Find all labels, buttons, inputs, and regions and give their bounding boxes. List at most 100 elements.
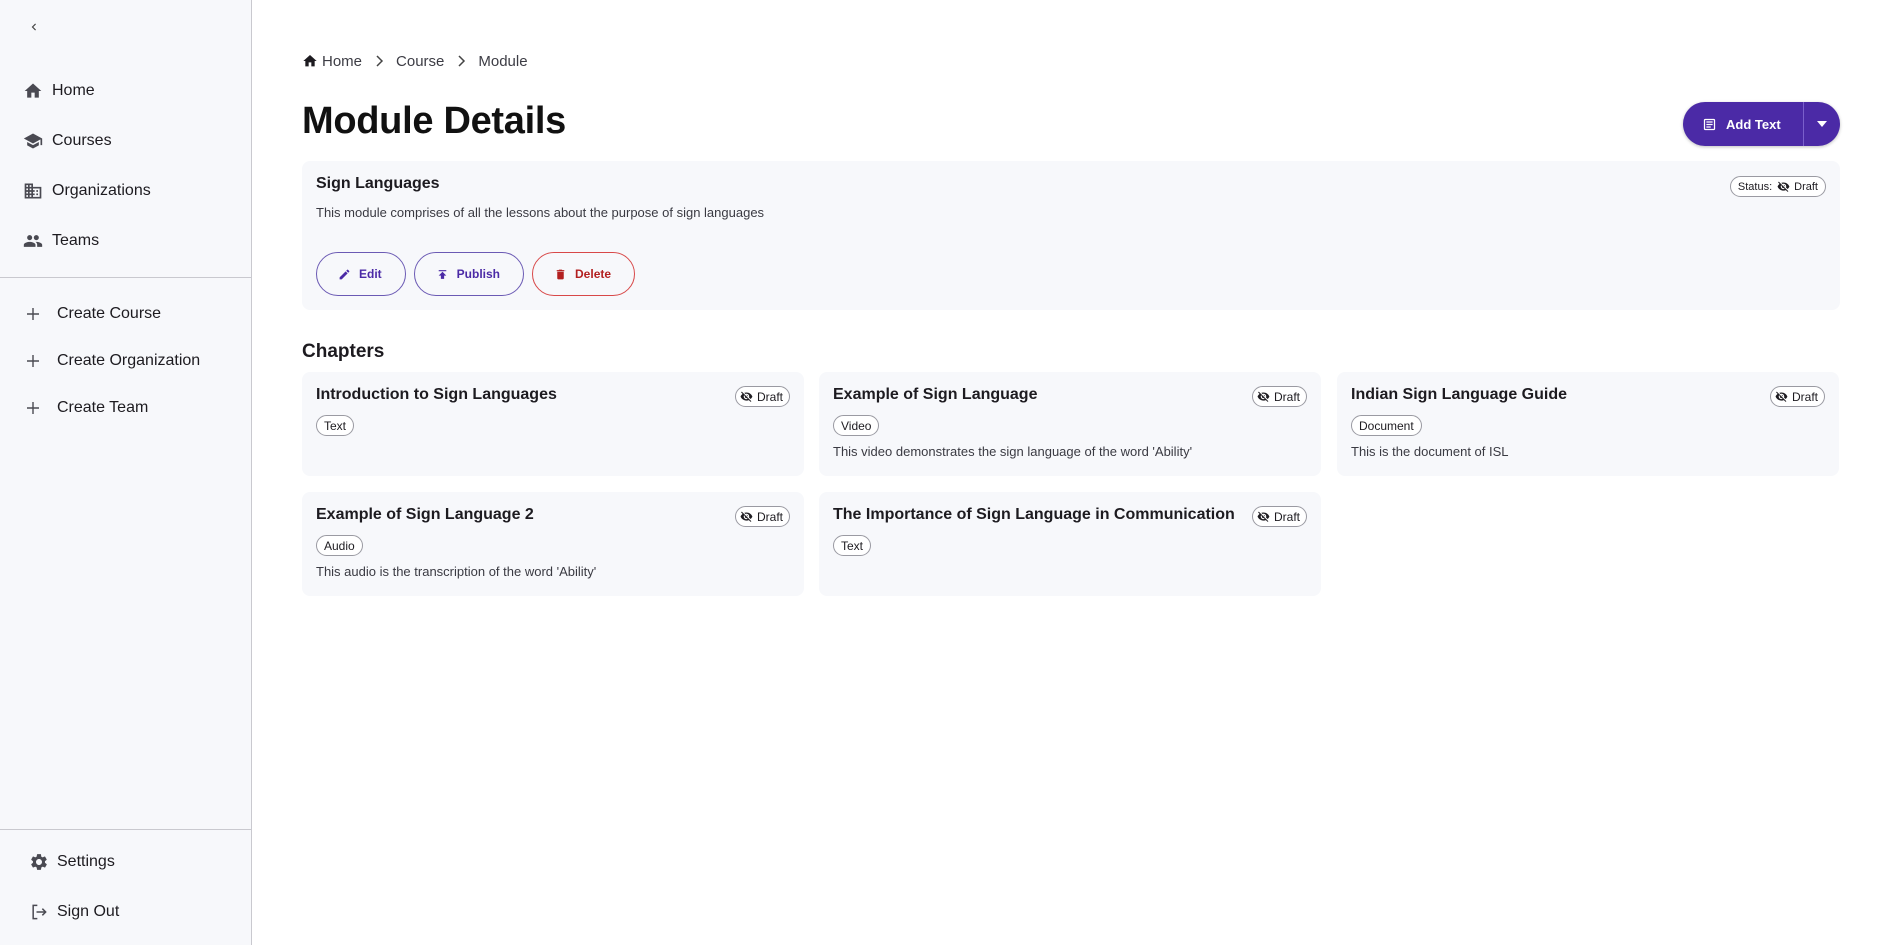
publish-button[interactable]: Publish	[413, 252, 525, 296]
status-value: Draft	[1794, 180, 1818, 193]
status-badge: Draft	[1251, 506, 1307, 527]
chapter-title: Example of Sign Language	[833, 386, 1038, 403]
delete-label: Delete	[575, 267, 612, 281]
edit-button[interactable]: Edit	[316, 252, 406, 296]
sidebar-item-label: Home	[52, 82, 95, 99]
status-badge: Draft	[734, 506, 790, 527]
breadcrumb-module: Module	[478, 52, 528, 70]
add-text-button[interactable]: Add Text	[1683, 102, 1804, 146]
chapter-description: This video demonstrates the sign languag…	[833, 444, 1193, 459]
page-title: Module Details	[302, 100, 566, 142]
chapter-type-badge: Video	[833, 415, 880, 436]
status-value: Draft	[756, 389, 783, 404]
chapter-type-badge: Document	[1351, 415, 1422, 436]
status-badge: Status: Draft	[1729, 176, 1826, 197]
logout-icon	[28, 901, 50, 923]
sidebar-item-label: Courses	[52, 132, 112, 149]
status-badge: Draft	[1769, 386, 1825, 407]
publish-label: Publish	[456, 267, 501, 281]
add-text-label: Add Text	[1726, 116, 1781, 132]
home-icon	[303, 55, 317, 67]
sign-out-label: Sign Out	[57, 903, 120, 920]
plus-icon	[24, 352, 42, 370]
edit-label: Edit	[359, 267, 382, 281]
module-description: This module comprises of all the lessons…	[316, 205, 765, 220]
sidebar-item-teams[interactable]: Teams	[0, 216, 251, 266]
settings-label: Settings	[57, 853, 115, 870]
create-organization-label: Create Organization	[57, 351, 201, 369]
create-course-button[interactable]: Create Course	[0, 290, 251, 337]
chevron-right-icon	[456, 55, 466, 67]
chapter-description: This is the document of ISL	[1351, 444, 1509, 459]
sidebar-item-organizations[interactable]: Organizations	[0, 166, 251, 216]
chapter-card[interactable]: The Importance of Sign Language in Commu…	[819, 492, 1321, 596]
breadcrumb: Home Course Module	[302, 50, 528, 72]
sidebar-nav: Home Courses Organizations Teams	[0, 66, 251, 266]
building-icon	[22, 180, 44, 202]
chapter-card[interactable]: Example of Sign Language 2 Draft Audio T…	[302, 492, 804, 596]
plus-icon	[24, 305, 42, 323]
breadcrumb-home-label: Home	[322, 52, 363, 70]
chevron-left-icon	[31, 23, 36, 31]
visibility-off-icon	[1257, 390, 1270, 403]
sidebar-footer: Settings Sign Out	[0, 837, 251, 937]
plus-icon	[24, 399, 42, 417]
visibility-off-icon	[1257, 510, 1270, 523]
add-content-dropdown-button[interactable]	[1804, 102, 1840, 146]
chapter-description: This audio is the transcription of the w…	[316, 564, 597, 579]
sidebar-divider	[0, 277, 251, 278]
module-name: Sign Languages	[316, 175, 440, 192]
chapter-title: Introduction to Sign Languages	[316, 386, 557, 403]
document-icon	[1702, 117, 1717, 132]
chapter-card[interactable]: Introduction to Sign Languages Draft Tex…	[302, 372, 804, 476]
chapter-title: Example of Sign Language 2	[316, 506, 534, 523]
sidebar: Home Courses Organizations Teams Create …	[0, 0, 252, 945]
visibility-off-icon	[1777, 180, 1790, 193]
sign-out-button[interactable]: Sign Out	[0, 887, 251, 937]
status-badge: Draft	[1251, 386, 1307, 407]
chapter-type-badge: Audio	[316, 535, 363, 556]
trash-icon	[554, 268, 567, 281]
sidebar-item-label: Organizations	[52, 182, 151, 199]
caret-down-icon	[1816, 121, 1827, 127]
sidebar-item-home[interactable]: Home	[0, 66, 251, 116]
sidebar-item-label: Teams	[52, 232, 100, 249]
chapter-title: Indian Sign Language Guide	[1351, 386, 1568, 403]
publish-icon	[436, 268, 449, 281]
breadcrumb-course[interactable]: Course	[396, 53, 444, 70]
chapter-card[interactable]: Example of Sign Language Draft Video Thi…	[819, 372, 1321, 476]
breadcrumb-home[interactable]: Home	[302, 53, 362, 70]
create-course-label: Create Course	[57, 304, 162, 322]
visibility-off-icon	[740, 390, 753, 403]
chapter-title: The Importance of Sign Language in Commu…	[833, 506, 1235, 523]
status-value: Draft	[1791, 389, 1818, 404]
status-label: Status:	[1737, 180, 1773, 193]
gear-icon	[28, 851, 50, 873]
visibility-off-icon	[740, 510, 753, 523]
visibility-off-icon	[1775, 390, 1788, 403]
chevron-right-icon	[374, 55, 384, 67]
school-icon	[22, 130, 44, 152]
sidebar-item-courses[interactable]: Courses	[0, 116, 251, 166]
module-actions: Edit Publish Delete	[316, 252, 643, 296]
pencil-icon	[338, 268, 351, 281]
create-team-label: Create Team	[57, 398, 149, 416]
chapter-card[interactable]: Indian Sign Language Guide Draft Documen…	[1337, 372, 1839, 476]
status-value: Draft	[1273, 389, 1300, 404]
status-badge: Draft	[734, 386, 790, 407]
module-summary-card: Sign Languages This module comprises of …	[302, 161, 1840, 310]
chapter-type-badge: Text	[833, 535, 872, 556]
people-icon	[22, 230, 44, 252]
settings-button[interactable]: Settings	[0, 837, 251, 887]
create-actions: Create Course Create Organization Create…	[0, 290, 251, 431]
status-value: Draft	[756, 509, 783, 524]
create-team-button[interactable]: Create Team	[0, 384, 251, 431]
add-content-split-button: Add Text	[1683, 102, 1840, 146]
sidebar-bottom-divider	[0, 829, 251, 830]
delete-button[interactable]: Delete	[532, 252, 636, 296]
create-organization-button[interactable]: Create Organization	[0, 337, 251, 384]
home-icon	[22, 80, 44, 102]
chapters-heading: Chapters	[302, 341, 385, 362]
chapter-type-badge: Text	[316, 415, 355, 436]
collapse-sidebar-button[interactable]	[22, 15, 46, 39]
